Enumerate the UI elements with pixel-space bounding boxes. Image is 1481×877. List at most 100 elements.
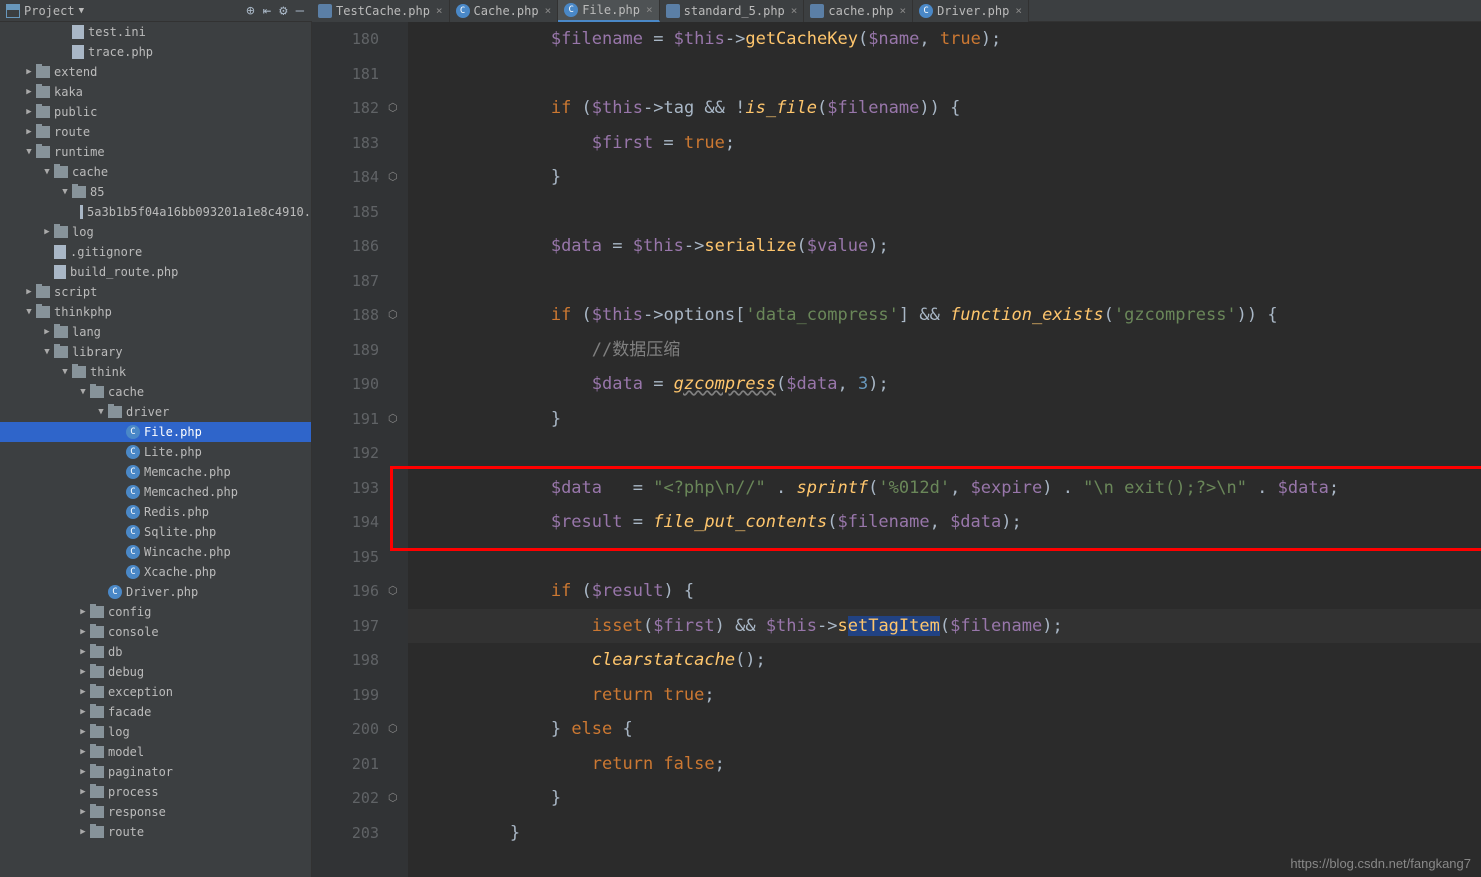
tree-item-Sqlite-php[interactable]: CSqlite.php (0, 522, 311, 542)
code-line-203[interactable]: } (408, 816, 1481, 851)
code-line-188[interactable]: if ($this->options['data_compress'] && f… (408, 298, 1481, 333)
tree-item-driver[interactable]: ▼driver (0, 402, 311, 422)
tree-item-test-ini[interactable]: test.ini (0, 22, 311, 42)
chevron-down-icon[interactable]: ▼ (58, 187, 72, 197)
hide-icon[interactable]: — (296, 3, 304, 19)
tree-item-process[interactable]: ▶process (0, 782, 311, 802)
code-line-199[interactable]: return true; (408, 678, 1481, 713)
tree-item-route[interactable]: ▶route (0, 822, 311, 842)
tree-item-cache[interactable]: ▼cache (0, 162, 311, 182)
close-icon[interactable]: × (436, 4, 443, 17)
chevron-right-icon[interactable]: ▶ (76, 607, 90, 617)
fold-marker[interactable]: ⬡ (388, 412, 402, 426)
tab-TestCache-php[interactable]: TestCache.php× (312, 0, 450, 22)
tree-item-File-php[interactable]: CFile.php (0, 422, 311, 442)
collapse-icon[interactable]: ⇤ (263, 3, 271, 19)
chevron-down-icon[interactable]: ▼ (40, 347, 54, 357)
project-tree[interactable]: test.initrace.php▶extend▶kaka▶public▶rou… (0, 22, 312, 877)
code-line-183[interactable]: $first = true; (408, 126, 1481, 161)
chevron-right-icon[interactable]: ▶ (76, 747, 90, 757)
code-line-180[interactable]: $filename = $this->getCacheKey($name, tr… (408, 22, 1481, 57)
code-line-181[interactable] (408, 57, 1481, 92)
tree-item-Driver-php[interactable]: CDriver.php (0, 582, 311, 602)
code-line-191[interactable]: } (408, 402, 1481, 437)
chevron-right-icon[interactable]: ▶ (40, 327, 54, 337)
chevron-right-icon[interactable]: ▶ (76, 827, 90, 837)
tree-item-Wincache-php[interactable]: CWincache.php (0, 542, 311, 562)
tab-Driver-php[interactable]: CDriver.php× (913, 0, 1029, 22)
chevron-down-icon[interactable]: ▼ (58, 367, 72, 377)
chevron-down-icon[interactable]: ▼ (76, 387, 90, 397)
chevron-right-icon[interactable]: ▶ (76, 787, 90, 797)
tree-item-cache[interactable]: ▼cache (0, 382, 311, 402)
code-line-201[interactable]: return false; (408, 747, 1481, 782)
code-line-184[interactable]: } (408, 160, 1481, 195)
code-content[interactable]: $filename = $this->getCacheKey($name, tr… (408, 22, 1481, 877)
tree-item-think[interactable]: ▼think (0, 362, 311, 382)
target-icon[interactable]: ⊕ (246, 3, 254, 19)
chevron-right-icon[interactable]: ▶ (76, 627, 90, 637)
tree-item-build_route-php[interactable]: build_route.php (0, 262, 311, 282)
tree-item-log[interactable]: ▶log (0, 722, 311, 742)
chevron-right-icon[interactable]: ▶ (76, 807, 90, 817)
gear-icon[interactable]: ⚙ (279, 3, 287, 19)
tree-item-Memcached-php[interactable]: CMemcached.php (0, 482, 311, 502)
tree-item-Lite-php[interactable]: CLite.php (0, 442, 311, 462)
code-line-197[interactable]: isset($first) && $this->setTagItem($file… (408, 609, 1481, 644)
project-dropdown[interactable]: Project ▼ (6, 4, 84, 18)
tree-item--gitignore[interactable]: .gitignore (0, 242, 311, 262)
tree-item-model[interactable]: ▶model (0, 742, 311, 762)
chevron-right-icon[interactable]: ▶ (22, 87, 36, 97)
code-line-185[interactable] (408, 195, 1481, 230)
tree-item-kaka[interactable]: ▶kaka (0, 82, 311, 102)
fold-marker[interactable]: ⬡ (388, 308, 402, 322)
tree-item-trace-php[interactable]: trace.php (0, 42, 311, 62)
tab-standard_5-php[interactable]: standard_5.php× (660, 0, 805, 22)
fold-marker[interactable]: ⬡ (388, 101, 402, 115)
code-line-192[interactable] (408, 436, 1481, 471)
tab-cache-php[interactable]: cache.php× (804, 0, 913, 22)
tree-item-config[interactable]: ▶config (0, 602, 311, 622)
code-line-198[interactable]: clearstatcache(); (408, 643, 1481, 678)
tree-item-debug[interactable]: ▶debug (0, 662, 311, 682)
close-icon[interactable]: × (545, 4, 552, 17)
code-line-187[interactable] (408, 264, 1481, 299)
fold-marker[interactable]: ⬡ (388, 170, 402, 184)
chevron-right-icon[interactable]: ▶ (22, 67, 36, 77)
chevron-right-icon[interactable]: ▶ (22, 287, 36, 297)
tree-item-log[interactable]: ▶log (0, 222, 311, 242)
code-line-189[interactable]: //数据压缩 (408, 333, 1481, 368)
chevron-down-icon[interactable]: ▼ (22, 307, 36, 317)
tree-item-exception[interactable]: ▶exception (0, 682, 311, 702)
tree-item-paginator[interactable]: ▶paginator (0, 762, 311, 782)
tree-item-library[interactable]: ▼library (0, 342, 311, 362)
tree-item-Redis-php[interactable]: CRedis.php (0, 502, 311, 522)
code-line-202[interactable]: } (408, 781, 1481, 816)
code-line-195[interactable] (408, 540, 1481, 575)
tree-item-Xcache-php[interactable]: CXcache.php (0, 562, 311, 582)
tree-item-extend[interactable]: ▶extend (0, 62, 311, 82)
tree-item-thinkphp[interactable]: ▼thinkphp (0, 302, 311, 322)
code-line-200[interactable]: } else { (408, 712, 1481, 747)
close-icon[interactable]: × (1015, 4, 1022, 17)
tree-item-Memcache-php[interactable]: CMemcache.php (0, 462, 311, 482)
tab-File-php[interactable]: CFile.php× (558, 0, 659, 22)
tree-item-route[interactable]: ▶route (0, 122, 311, 142)
code-line-196[interactable]: if ($result) { (408, 574, 1481, 609)
chevron-right-icon[interactable]: ▶ (76, 687, 90, 697)
tree-item-public[interactable]: ▶public (0, 102, 311, 122)
code-line-193[interactable]: $data = "<?php\n//" . sprintf('%012d', $… (408, 471, 1481, 506)
tab-Cache-php[interactable]: CCache.php× (450, 0, 559, 22)
tree-item-console[interactable]: ▶console (0, 622, 311, 642)
close-icon[interactable]: × (791, 4, 798, 17)
code-line-182[interactable]: if ($this->tag && !is_file($filename)) { (408, 91, 1481, 126)
fold-marker[interactable]: ⬡ (388, 791, 402, 805)
editor[interactable]: 1801811821831841851861871881891901911921… (312, 22, 1481, 877)
chevron-right-icon[interactable]: ▶ (22, 127, 36, 137)
fold-marker[interactable]: ⬡ (388, 584, 402, 598)
tree-item-db[interactable]: ▶db (0, 642, 311, 662)
tree-item-response[interactable]: ▶response (0, 802, 311, 822)
code-line-194[interactable]: $result = file_put_contents($filename, $… (408, 505, 1481, 540)
chevron-right-icon[interactable]: ▶ (76, 667, 90, 677)
code-line-190[interactable]: $data = gzcompress($data, 3); (408, 367, 1481, 402)
